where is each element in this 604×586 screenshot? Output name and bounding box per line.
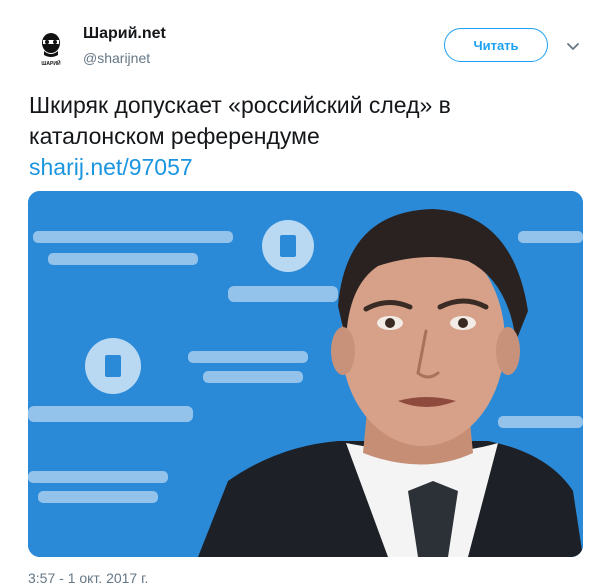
follow-button[interactable]: Читать xyxy=(444,28,548,62)
display-name[interactable]: Шарий.net xyxy=(83,25,166,43)
tweet-header: ШАРИЙ Шарий.net @sharijnet Читать xyxy=(0,0,604,80)
avatar[interactable]: ШАРИЙ xyxy=(31,27,71,67)
tweet-link[interactable]: sharij.net/97057 xyxy=(29,152,574,183)
tweet-body: Шкиряк допускает «российский след» в кат… xyxy=(29,92,451,149)
user-handle[interactable]: @sharijnet xyxy=(83,50,150,66)
chevron-down-icon[interactable] xyxy=(565,38,581,54)
tweet-timestamp[interactable]: 3:57 - 1 окт. 2017 г. xyxy=(28,570,148,586)
tweet-photo[interactable] xyxy=(28,191,583,557)
svg-text:ШАРИЙ: ШАРИЙ xyxy=(41,59,61,67)
tweet-text: Шкиряк допускает «российский след» в кат… xyxy=(29,90,574,183)
